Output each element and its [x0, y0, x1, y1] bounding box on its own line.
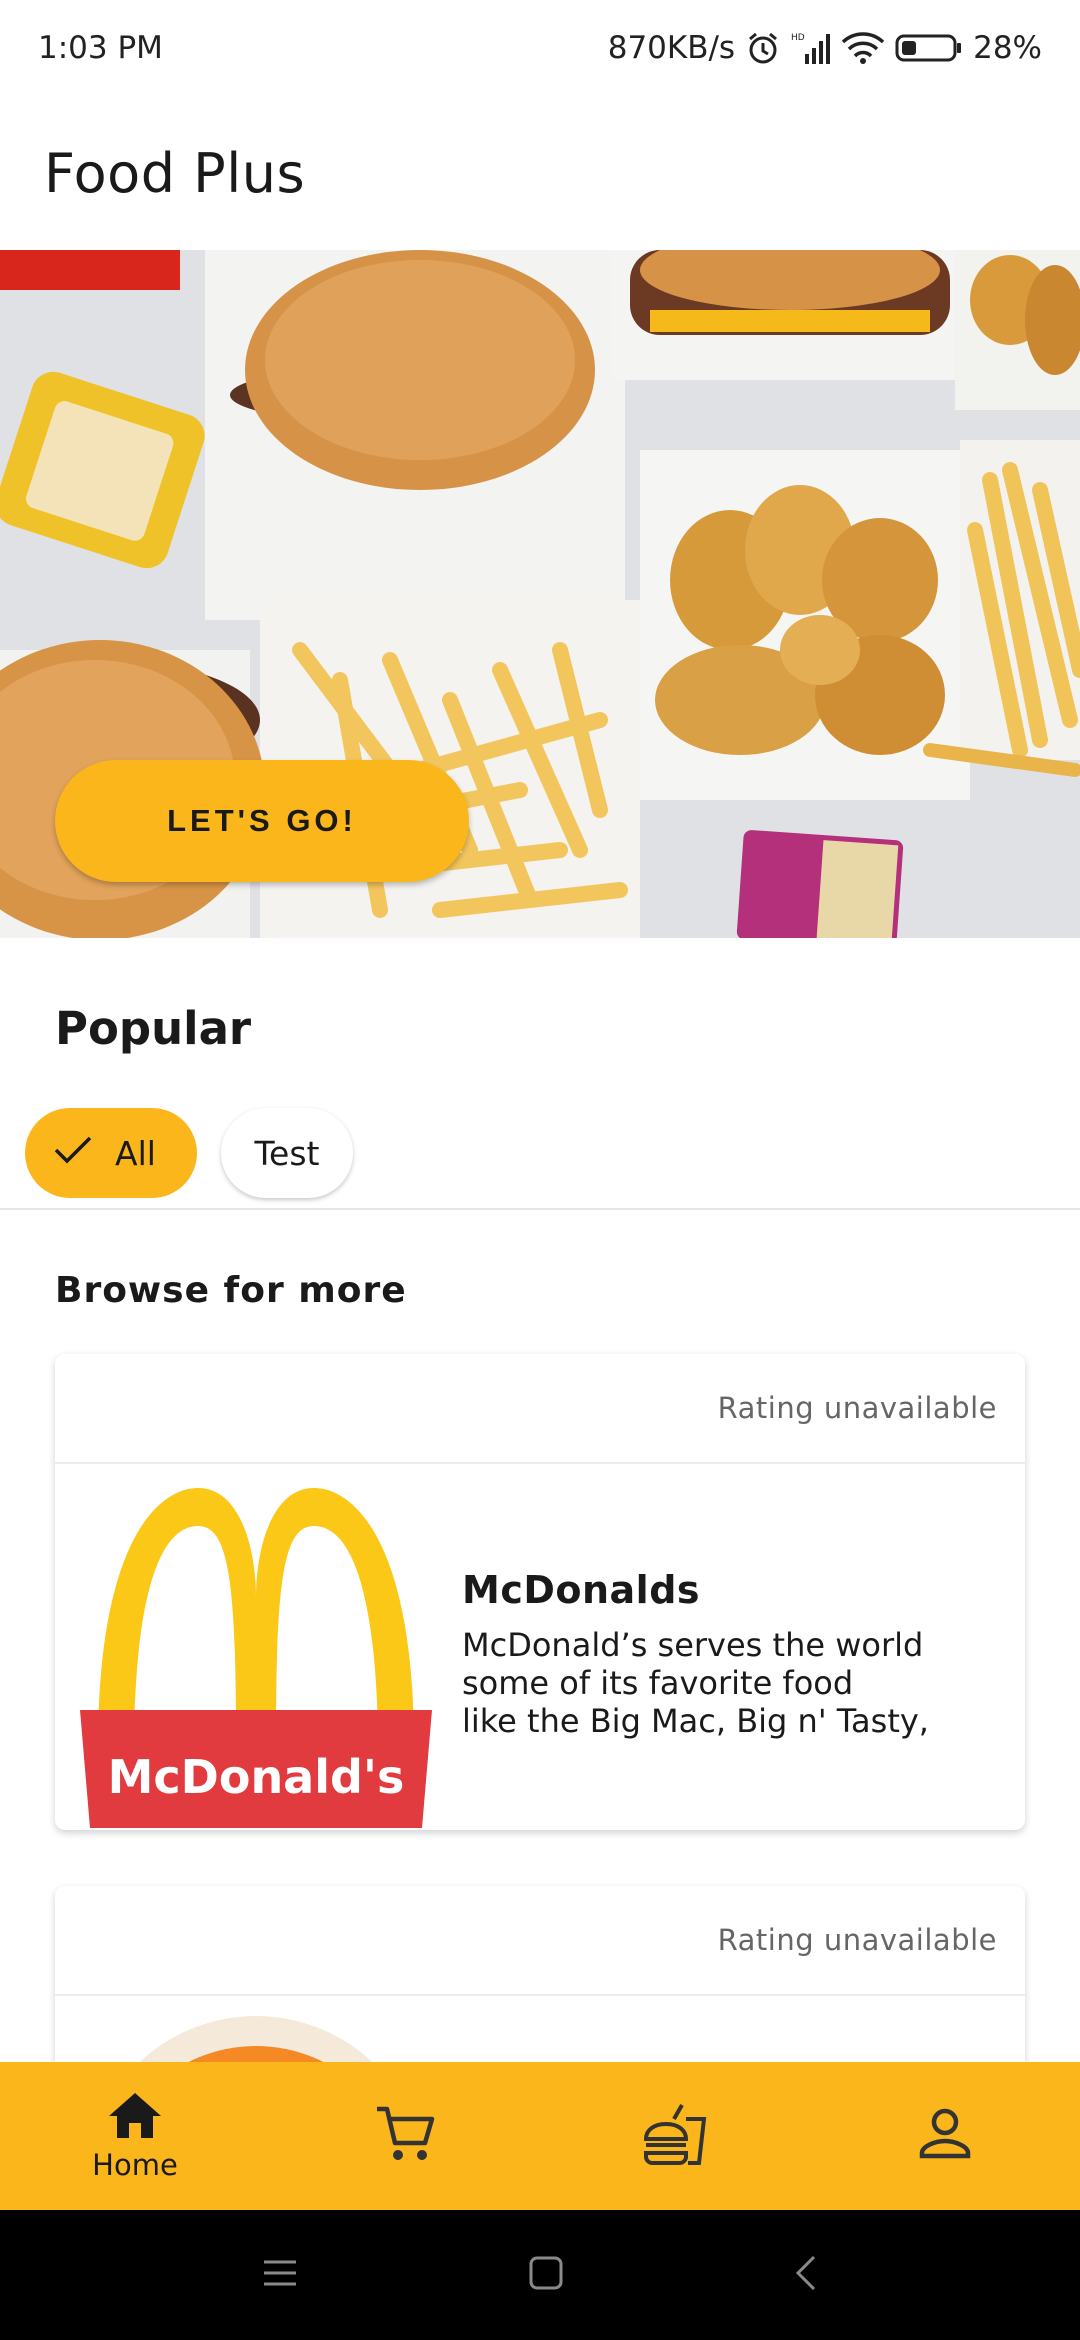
status-bar: 1:03 PM 870KB/s HD 28%: [0, 0, 1080, 96]
nav-label: Home: [92, 2148, 178, 2182]
bottom-navigation: Home: [0, 2062, 1080, 2210]
app-bar: Food Plus: [0, 96, 1080, 250]
restaurant-card[interactable]: Rating unavailable McDonald's McDonalds …: [55, 1354, 1025, 1830]
mcdonalds-logo: McDonald's: [80, 1478, 432, 1828]
nav-home[interactable]: Home: [0, 2062, 270, 2210]
back-icon[interactable]: [794, 2254, 818, 2296]
chip-test[interactable]: Test: [221, 1108, 353, 1198]
hd-signal-icon: HD: [791, 30, 831, 66]
svg-text:HD: HD: [791, 33, 805, 43]
card-body: McDonald's McDonalds McDonald’s serves t…: [55, 1464, 1025, 1830]
battery-icon: [895, 33, 963, 63]
fast-food-icon: [642, 2101, 708, 2171]
card-header: Rating unavailable: [55, 1886, 1025, 1996]
browse-heading: Browse for more: [55, 1270, 407, 1311]
rating-text: Rating unavailable: [717, 1391, 997, 1425]
home-icon: [107, 2090, 163, 2144]
lets-go-button[interactable]: LET'S GO!: [55, 760, 469, 882]
home-square-icon[interactable]: [528, 2255, 564, 2295]
restaurant-description: McDonald’s serves the world some of its …: [462, 1626, 929, 1740]
chip-label: All: [115, 1133, 156, 1173]
network-speed: 870KB/s: [607, 30, 736, 66]
cart-icon: [373, 2103, 437, 2169]
nav-menu[interactable]: [540, 2062, 810, 2210]
alarm-icon: [745, 30, 781, 66]
profile-icon: [917, 2106, 973, 2166]
card-text: McDonalds McDonald’s serves the world so…: [462, 1568, 1002, 1740]
status-time: 1:03 PM: [38, 30, 163, 66]
system-navigation: [0, 2210, 1080, 2340]
filter-chips: All Test: [25, 1108, 353, 1198]
menu-icon[interactable]: [262, 2258, 298, 2292]
status-icons: 870KB/s HD 28%: [608, 30, 1042, 66]
nav-cart[interactable]: [270, 2062, 540, 2210]
nav-profile[interactable]: [810, 2062, 1080, 2210]
rating-text: Rating unavailable: [717, 1923, 997, 1957]
mcdonalds-logo-text: McDonald's: [108, 1750, 405, 1804]
app-title: Food Plus: [44, 141, 306, 205]
wifi-icon: [841, 31, 885, 65]
restaurant-name: McDonalds: [462, 1568, 701, 1612]
popular-heading: Popular: [55, 1002, 252, 1055]
battery-percent: 28%: [973, 30, 1042, 66]
card-header: Rating unavailable: [55, 1354, 1025, 1464]
chip-all[interactable]: All: [25, 1108, 197, 1198]
check-icon: [53, 1134, 93, 1173]
divider: [0, 1208, 1080, 1210]
chip-label: Test: [254, 1133, 320, 1173]
